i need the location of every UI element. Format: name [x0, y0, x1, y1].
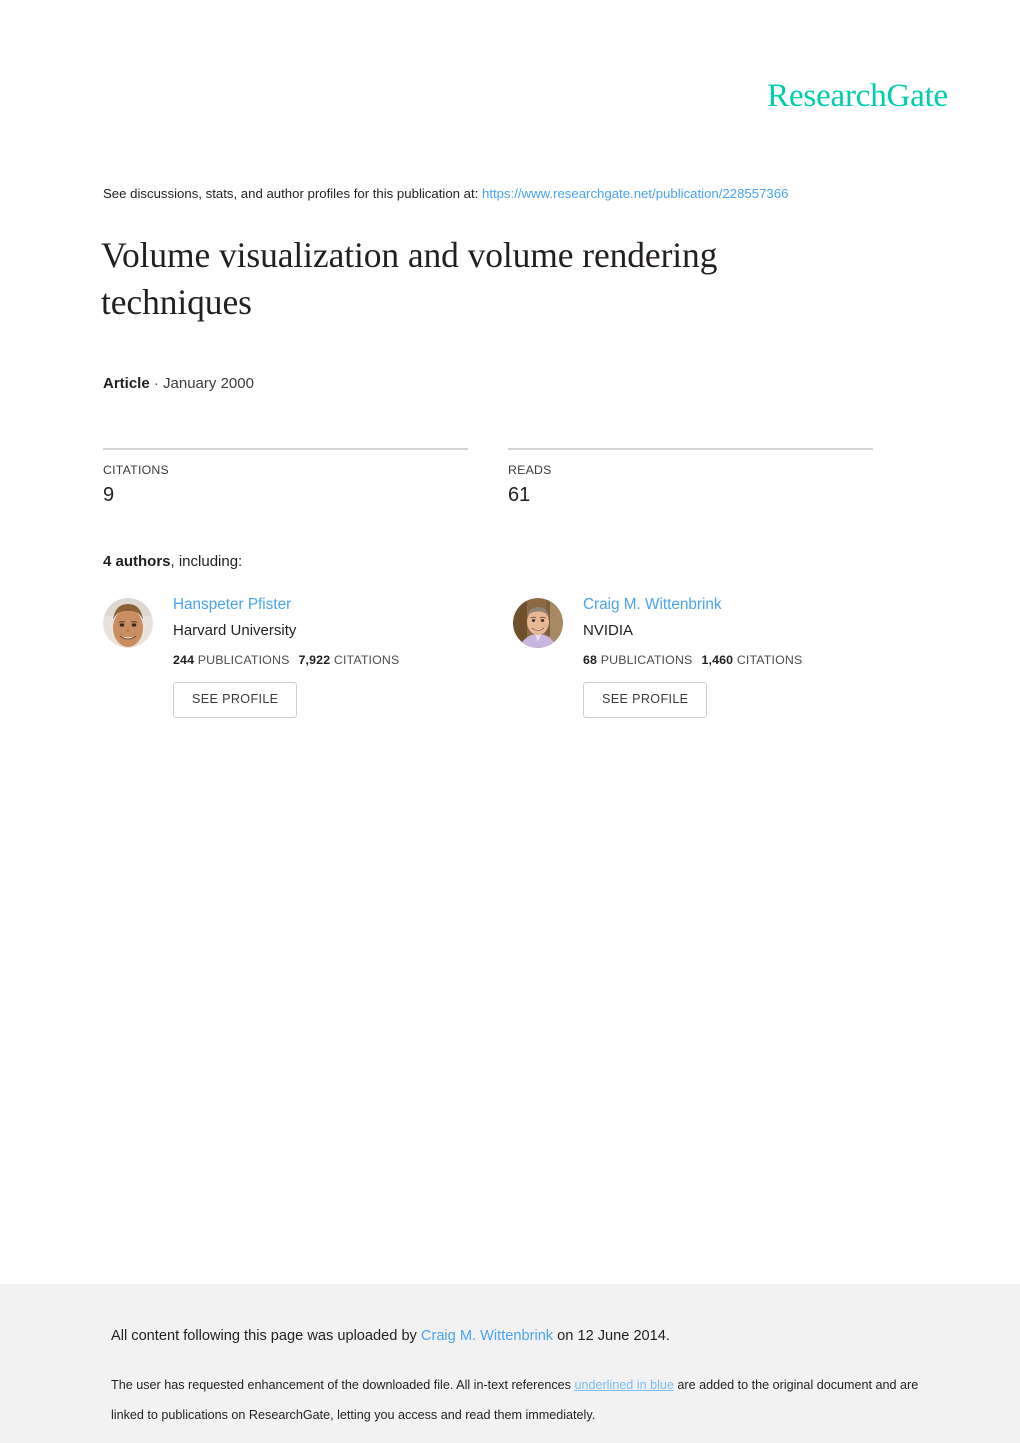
- author-publications-count: 244: [173, 653, 195, 668]
- authors-heading: 4 authors, including:: [103, 553, 242, 570]
- author-citations-count: 1,460: [701, 653, 734, 668]
- author-details: Craig M. Wittenbrink NVIDIA 68 PUBLICATI…: [583, 595, 903, 718]
- footer-note: The user has requested enhancement of th…: [111, 1370, 931, 1430]
- author-publications-label: PUBLICATIONS: [600, 653, 693, 668]
- stat-label-citations: CITATIONS: [103, 463, 170, 477]
- author-citations-label: CITATIONS: [333, 653, 400, 668]
- meta-separator: ·: [153, 375, 159, 392]
- authors-including-label: , including:: [170, 553, 243, 570]
- discussions-prefix: See discussions, stats, and author profi…: [103, 186, 482, 201]
- stat-value-reads: 61: [508, 484, 531, 506]
- author-name-link[interactable]: Craig M. Wittenbrink: [583, 595, 903, 614]
- footer-note-part1: The user has requested enhancement of th…: [111, 1378, 575, 1392]
- author-publications-label: PUBLICATIONS: [197, 653, 290, 668]
- discussions-line: See discussions, stats, and author profi…: [103, 186, 788, 202]
- footer-upload-suffix: on 12 June 2014.: [553, 1328, 670, 1344]
- stat-citations: CITATIONS 9: [103, 448, 468, 506]
- author-publications-count: 68: [583, 653, 598, 668]
- article-meta: Article · January 2000: [103, 375, 254, 392]
- publication-url-link[interactable]: https://www.researchgate.net/publication…: [482, 186, 788, 201]
- footer-upload-prefix: All content following this page was uplo…: [111, 1328, 421, 1344]
- footer-band: All content following this page was uplo…: [0, 1284, 1020, 1443]
- stat-divider: [508, 448, 873, 450]
- author-card: Craig M. Wittenbrink NVIDIA 68 PUBLICATI…: [513, 595, 903, 735]
- stat-divider: [103, 448, 468, 450]
- author-affiliation: NVIDIA: [583, 622, 634, 640]
- see-profile-button[interactable]: SEE PROFILE: [583, 682, 708, 718]
- author-list: Hanspeter Pfister Harvard University 244…: [103, 595, 893, 735]
- publication-stats: CITATIONS 9 READS 61: [103, 448, 878, 518]
- footer-note-highlight: underlined in blue: [574, 1378, 674, 1392]
- article-type: Article: [103, 375, 150, 392]
- stat-value-citations: 9: [103, 484, 115, 506]
- author-name-link[interactable]: Hanspeter Pfister: [173, 595, 493, 614]
- researchgate-logo: ResearchGate: [767, 78, 948, 114]
- author-details: Hanspeter Pfister Harvard University 244…: [173, 595, 493, 718]
- author-citations-count: 7,922: [298, 653, 331, 668]
- author-citations-label: CITATIONS: [736, 653, 803, 668]
- avatar: [513, 598, 563, 648]
- author-metrics: 68 PUBLICATIONS 1,460 CITATIONS: [583, 653, 903, 667]
- footer-uploader-link[interactable]: Craig M. Wittenbrink: [421, 1328, 553, 1344]
- article-date: January 2000: [163, 375, 254, 392]
- see-profile-button[interactable]: SEE PROFILE: [173, 682, 298, 718]
- author-card: Hanspeter Pfister Harvard University 244…: [103, 595, 493, 735]
- avatar: [103, 598, 153, 648]
- footer-upload-line: All content following this page was uplo…: [111, 1328, 670, 1344]
- stat-label-reads: READS: [508, 463, 552, 477]
- page-title: Volume visualization and volume renderin…: [101, 235, 718, 322]
- publication-cover-page: ResearchGate See discussions, stats, and…: [0, 0, 1020, 1443]
- authors-count: 4 authors: [103, 553, 171, 570]
- author-affiliation: Harvard University: [173, 622, 297, 640]
- author-metrics: 244 PUBLICATIONS 7,922 CITATIONS: [173, 653, 493, 667]
- stat-reads: READS 61: [508, 448, 873, 506]
